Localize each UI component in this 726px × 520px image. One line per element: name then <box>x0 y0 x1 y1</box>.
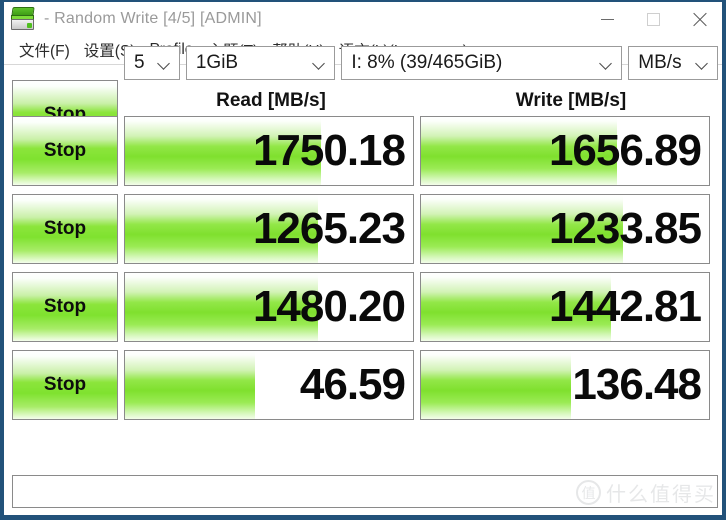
read-bar-row-4: 46.59 <box>124 350 414 420</box>
drive-value: I: 8% (39/465GiB) <box>351 52 503 73</box>
status-bar <box>12 475 718 508</box>
table-row: Stop 1480.20 1442.81 <box>12 272 718 342</box>
write-bar-row-1: 1656.89 <box>420 116 710 186</box>
table-row: Stop 46.59 136.48 <box>12 350 718 420</box>
stop-label: Stop <box>43 374 87 395</box>
stop-button-row-3[interactable]: Stop <box>12 272 118 342</box>
unit-select[interactable]: MB/s <box>628 46 718 80</box>
disk-drive-icon <box>10 6 38 32</box>
test-size-value: 1GiB <box>195 52 239 73</box>
close-icon <box>692 12 707 27</box>
loops-value: 5 <box>134 52 145 73</box>
column-headers: Read [MB/s] Write [MB/s] <box>124 86 718 116</box>
write-value-row-4: 136.48 <box>572 360 702 409</box>
maximize-button[interactable] <box>630 2 676 36</box>
results-grid: Read [MB/s] Write [MB/s] Stop 1750.18 16… <box>12 86 718 428</box>
stop-button-row-2[interactable]: Stop <box>12 194 118 264</box>
read-bar-row-1: 1750.18 <box>124 116 414 186</box>
close-button[interactable] <box>676 2 722 36</box>
read-column-header: Read [MB/s] <box>216 90 326 111</box>
write-fill-row-4 <box>421 351 571 419</box>
read-value-row-3: 1480.20 <box>252 282 406 331</box>
write-bar-row-2: 1233.85 <box>420 194 710 264</box>
table-row: Stop 1265.23 1233.85 <box>12 194 718 264</box>
crystaldiskmark-window: - Random Write [4/5] [ADMIN] 文件(F) 设置(S)… <box>0 0 726 520</box>
read-bar-row-2: 1265.23 <box>124 194 414 264</box>
chevron-down-icon <box>157 56 171 70</box>
window-title: - Random Write [4/5] [ADMIN] <box>44 10 262 27</box>
stop-label: Stop <box>43 218 87 239</box>
stop-label: Stop <box>43 140 87 161</box>
read-value-row-4: 46.59 <box>299 360 406 409</box>
minimize-icon <box>600 18 614 20</box>
read-bar-row-3: 1480.20 <box>124 272 414 342</box>
table-row: Stop 1750.18 1656.89 <box>12 116 718 186</box>
read-value-row-1: 1750.18 <box>252 126 406 175</box>
drive-select[interactable]: I: 8% (39/465GiB) <box>341 46 623 80</box>
chevron-down-icon <box>695 56 709 70</box>
chevron-down-icon <box>599 56 613 70</box>
stop-button-row-4[interactable]: Stop <box>12 350 118 420</box>
unit-value: MB/s <box>638 52 682 73</box>
write-value-row-3: 1442.81 <box>548 282 702 331</box>
read-fill-row-4 <box>125 351 255 419</box>
write-bar-row-4: 136.48 <box>420 350 710 420</box>
stop-label: Stop <box>43 296 87 317</box>
write-column-header: Write [MB/s] <box>515 90 627 111</box>
write-value-row-2: 1233.85 <box>548 204 702 253</box>
title-bar: - Random Write [4/5] [ADMIN] <box>4 2 722 36</box>
read-value-row-2: 1265.23 <box>252 204 406 253</box>
loops-select[interactable]: 5 <box>124 46 180 80</box>
write-value-row-1: 1656.89 <box>548 126 702 175</box>
chevron-down-icon <box>312 56 326 70</box>
window-controls <box>584 2 722 36</box>
write-bar-row-3: 1442.81 <box>420 272 710 342</box>
maximize-icon <box>646 12 660 26</box>
test-size-select[interactable]: 1GiB <box>185 46 336 80</box>
toolbar: 5 1GiB I: 8% (39/465GiB) MB/s <box>12 46 718 80</box>
minimize-button[interactable] <box>584 2 630 36</box>
stop-button-row-1[interactable]: Stop <box>12 116 118 186</box>
